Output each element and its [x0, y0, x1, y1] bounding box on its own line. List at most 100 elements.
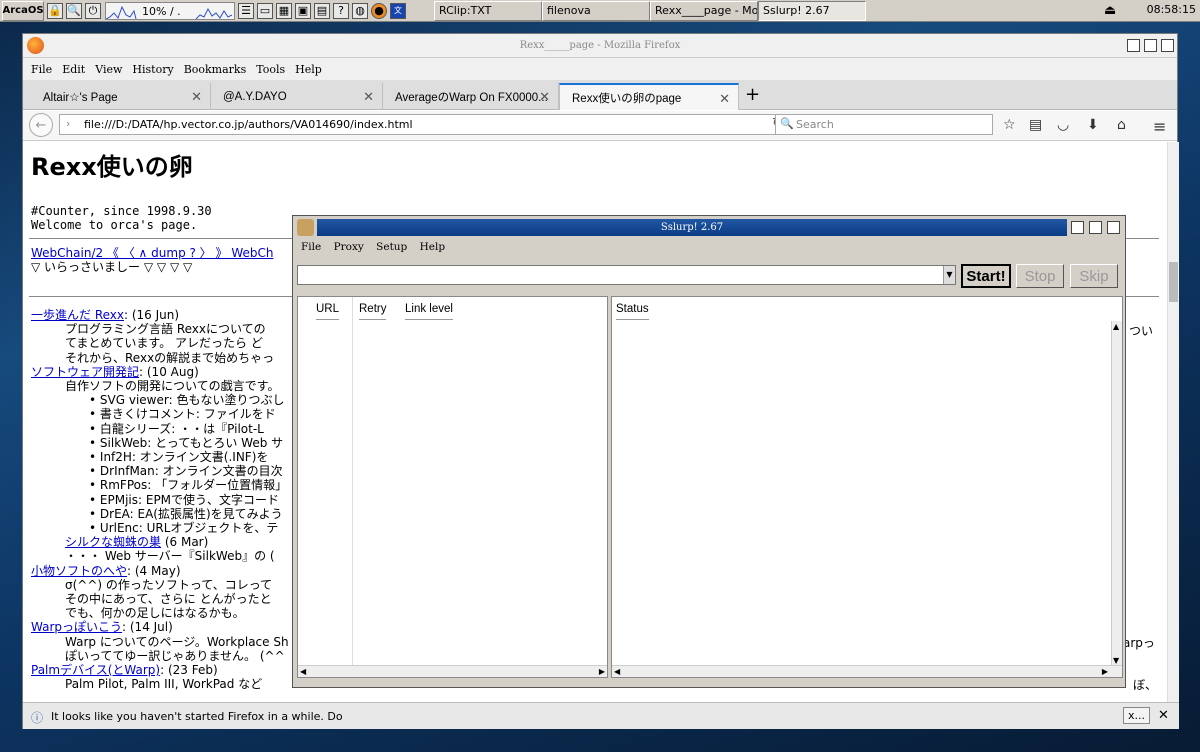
menu-tools[interactable]: Tools	[256, 63, 285, 76]
close-tab-icon[interactable]: ✕	[539, 89, 550, 105]
scroll-left-icon[interactable]: ◀	[300, 667, 306, 676]
status-pane[interactable]: Status ▲ ▼ ◀ ▶	[611, 296, 1123, 678]
tab-altair[interactable]: Altair☆'s Page ✕	[31, 83, 211, 110]
sslurp-menu-setup[interactable]: Setup	[376, 241, 407, 253]
sslurp-minimize-button[interactable]	[1071, 221, 1084, 234]
bullet-icon: •	[89, 492, 100, 507]
firefox-icon[interactable]: ●	[371, 2, 387, 19]
link-level-column-header[interactable]: Link level	[405, 303, 453, 320]
status-pane-scrollbar[interactable]: ◀ ▶	[612, 665, 1122, 677]
list-item: それから、Rexxの解説まで始めちゃっ	[65, 351, 274, 365]
close-tab-icon[interactable]: ✕	[363, 89, 374, 105]
task-filenova[interactable]: filenova	[542, 0, 650, 21]
page-info-icon[interactable]: ›	[66, 117, 70, 130]
close-tab-icon[interactable]: ✕	[191, 89, 202, 105]
power-icon[interactable]: ⏻	[85, 2, 101, 19]
scroll-right-icon[interactable]: ▶	[599, 667, 605, 676]
start-button[interactable]: Start!	[961, 264, 1011, 288]
menu-bookmarks[interactable]: Bookmarks	[184, 63, 247, 76]
drives-icon[interactable]: ▭	[257, 2, 273, 19]
bookmark-star-icon[interactable]: ☆	[1003, 117, 1016, 133]
dropdown-arrow-icon[interactable]: ▼	[943, 266, 955, 284]
network-icon[interactable]: ▣	[295, 2, 311, 19]
sslurp-app-icon[interactable]	[297, 219, 314, 236]
scroll-up-icon[interactable]: ▲	[1113, 322, 1119, 331]
notification-button[interactable]: x...	[1123, 707, 1150, 724]
list-item-text: UrlEnc: URLオブジェクトを、テ	[99, 521, 279, 535]
task-rclip[interactable]: RClip:TXT	[434, 0, 542, 21]
bullet-icon: •	[89, 478, 100, 493]
minimize-button[interactable]	[1127, 39, 1140, 52]
url-bar[interactable]: › file:///D:/DATA/hp.vector.co.jp/author…	[59, 114, 790, 135]
hamburger-menu-icon[interactable]: ≡	[1153, 117, 1166, 136]
home-icon[interactable]: ⌂	[1117, 117, 1126, 133]
help-icon[interactable]: ?	[333, 2, 349, 19]
search-placeholder: Search	[796, 118, 834, 131]
menu-history[interactable]: History	[132, 63, 173, 76]
close-tab-icon[interactable]: ✕	[719, 91, 730, 107]
search-icon[interactable]: 🔍	[66, 2, 82, 19]
reading-list-icon[interactable]: ▤	[1029, 117, 1042, 133]
status-vscrollbar[interactable]: ▲ ▼	[1111, 321, 1122, 666]
scroll-thumb[interactable]	[1169, 262, 1178, 302]
sslurp-menubar: File Proxy Setup Help	[301, 241, 454, 253]
url-list-pane[interactable]: URL Retry Link level ◀ ▶	[297, 296, 608, 678]
content-link[interactable]: Warpっぽいこう	[31, 620, 122, 634]
window-title: Rexx_____page - Mozilla Firefox	[519, 40, 681, 51]
sslurp-menu-proxy[interactable]: Proxy	[334, 241, 364, 253]
skip-button[interactable]: Skip	[1070, 264, 1118, 288]
text-tool-icon[interactable]: 文	[390, 2, 406, 19]
back-button[interactable]: ←	[29, 113, 53, 137]
task-sslurp[interactable]: Sslurp! 2.67	[758, 0, 866, 21]
task-firefox[interactable]: Rexx____page - Mozi	[650, 0, 758, 21]
maximize-button[interactable]	[1144, 39, 1157, 52]
close-button[interactable]	[1161, 39, 1174, 52]
webchain-link[interactable]: WebChain/2 《 〈 ∧ dump ? 〉 》 WebCh	[31, 246, 273, 260]
disk-icon[interactable]: ◍	[352, 2, 368, 19]
stop-button[interactable]: Stop	[1016, 264, 1064, 288]
content-link[interactable]: Palmデバイス(とWarp)	[31, 663, 160, 677]
scroll-right-icon[interactable]: ▶	[1102, 667, 1108, 676]
sslurp-menu-file[interactable]: File	[301, 241, 321, 253]
status-column-header[interactable]: Status	[616, 303, 649, 320]
url-combo[interactable]: ▼	[297, 265, 956, 285]
close-notification-icon[interactable]: ✕	[1158, 708, 1169, 723]
firefox-titlebar[interactable]: Rexx_____page - Mozilla Firefox	[23, 34, 1177, 58]
note-icon[interactable]: ▤	[314, 2, 330, 19]
menu-help[interactable]: Help	[295, 63, 322, 76]
url-text: file:///D:/DATA/hp.vector.co.jp/authors/…	[84, 118, 413, 131]
search-input[interactable]: 🔍 Search	[775, 114, 993, 135]
scroll-down-icon[interactable]: ▼	[1113, 656, 1119, 665]
lock-icon[interactable]: 🔒	[47, 2, 63, 19]
new-tab-icon[interactable]: +	[745, 84, 760, 105]
tab-aydayo[interactable]: @A.Y.DAYO ✕	[211, 83, 383, 110]
eject-icon[interactable]: ⏏	[1104, 3, 1116, 18]
retry-column-header[interactable]: Retry	[359, 303, 387, 320]
start-button[interactable]: ArcaOS	[2, 0, 44, 21]
window-list-icon[interactable]: ☰	[238, 2, 254, 19]
bullet-icon: •	[89, 435, 100, 450]
page-scrollbar[interactable]	[1167, 142, 1179, 702]
tab-rexx[interactable]: Rexx使いの卵のpage ✕	[559, 83, 739, 110]
scroll-left-icon[interactable]: ◀	[614, 667, 620, 676]
download-icon[interactable]: ⬇	[1087, 117, 1099, 133]
content-link[interactable]: 一歩進んだ Rexx	[31, 308, 124, 322]
sslurp-titlebar[interactable]: Sslurp! 2.67	[317, 219, 1067, 236]
url-column-header[interactable]: URL	[316, 303, 340, 320]
url-pane-scrollbar[interactable]: ◀ ▶	[298, 665, 607, 677]
list-item: でも、何かの足しにはなるかも。	[65, 606, 245, 620]
sslurp-menu-help[interactable]: Help	[420, 241, 445, 253]
content-link[interactable]: ソフトウェア開発記	[31, 365, 139, 379]
menu-file[interactable]: File	[31, 63, 52, 76]
column-divider	[352, 297, 353, 667]
content-link[interactable]: シルクな蜘蛛の巣	[65, 535, 161, 549]
sslurp-close-button[interactable]	[1107, 221, 1120, 234]
folder-icon[interactable]: ▦	[276, 2, 292, 19]
menu-view[interactable]: View	[95, 63, 122, 76]
content-link[interactable]: 小物ソフトのへや	[31, 564, 127, 578]
menu-edit[interactable]: Edit	[62, 63, 85, 76]
tab-average-warp[interactable]: AverageのWarp On FX0000... ✕	[383, 83, 559, 110]
list-item-text: Inf2H: オンライン文書(.INF)を	[99, 450, 269, 464]
sslurp-maximize-button[interactable]	[1089, 221, 1102, 234]
pocket-icon[interactable]: ◡	[1057, 117, 1069, 133]
